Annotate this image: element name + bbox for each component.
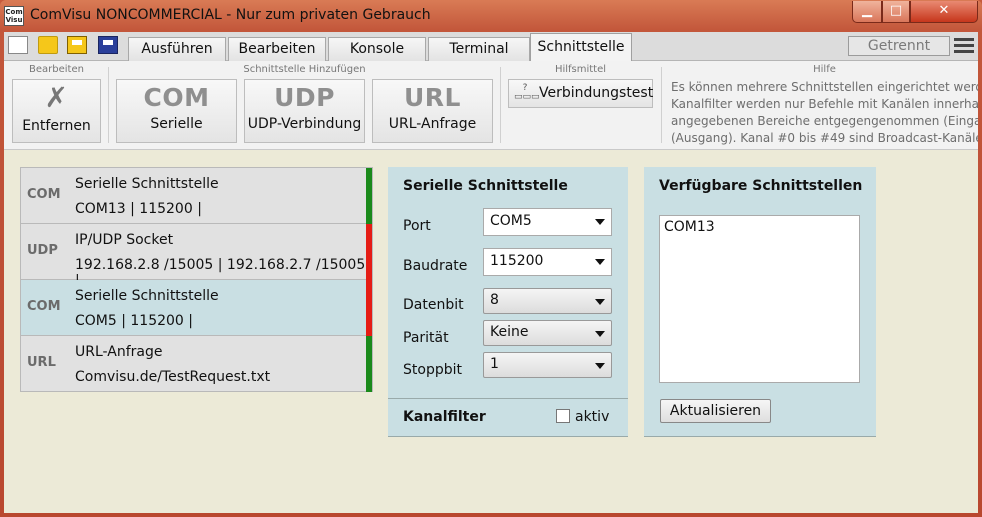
minimize-button[interactable]: ▁ [852, 1, 882, 23]
interface-status-bar [366, 336, 372, 392]
open-folder-icon[interactable] [38, 36, 58, 54]
list-item[interactable]: COM13 [664, 219, 715, 235]
window-title: ComVisu NONCOMMERCIAL - Nur zum privaten… [30, 7, 431, 23]
add-url-button-label: URL-Anfrage [388, 116, 477, 132]
aktiv-checkbox[interactable] [556, 409, 570, 423]
chevron-down-icon [595, 331, 605, 337]
interface-kind-label: COM [27, 299, 61, 314]
save-as-icon[interactable] [67, 36, 87, 54]
remove-icon: ✗ [44, 81, 69, 114]
title-bar: Com Visu ComVisu NONCOMMERCIAL - Nur zum… [0, 0, 982, 32]
tab-schnittstelle[interactable]: Schnittstelle [530, 33, 632, 62]
add-udp-button-label: UDP-Verbindung [247, 116, 362, 132]
interface-kind-label: COM [27, 187, 61, 202]
add-serial-button-label: Serielle [150, 116, 203, 132]
app-window: Com Visu ComVisu NONCOMMERCIAL - Nur zum… [0, 0, 982, 517]
stoppbit-label: Stoppbit [403, 362, 462, 378]
udp-icon: UDP [274, 83, 335, 112]
interface-title: URL-Anfrage [75, 344, 163, 360]
group-label-hilfsmittel: Hilfsmittel [554, 64, 607, 75]
add-url-button[interactable]: URL URL-Anfrage [372, 79, 493, 143]
datenbit-select[interactable]: 8 [483, 288, 612, 314]
group-label-hilfe: Hilfe [813, 64, 836, 75]
group-label-bearbeiten: Bearbeiten [29, 64, 84, 75]
stoppbit-value: 1 [490, 356, 499, 372]
ribbon-divider [108, 67, 109, 143]
url-icon: URL [404, 83, 461, 112]
interface-status-bar [366, 224, 372, 280]
paritaet-label: Parität [403, 330, 449, 346]
tab-terminal[interactable]: Terminal [428, 37, 530, 62]
remove-button[interactable]: ✗ Entfernen [12, 79, 101, 143]
interface-detail: COM13 | 115200 | [75, 201, 202, 217]
interface-status-bar [366, 280, 372, 336]
chevron-down-icon [595, 219, 605, 225]
stoppbit-select[interactable]: 1 [483, 352, 612, 378]
hamburger-menu-icon[interactable] [954, 38, 974, 54]
add-serial-button[interactable]: COM Serielle [116, 79, 237, 143]
interface-kind-label: URL [27, 355, 56, 370]
interface-kind-label: UDP [27, 243, 58, 258]
interface-list-item-selected[interactable]: COM Serielle Schnittstelle COM5 | 115200… [21, 280, 372, 336]
tab-bearbeiten[interactable]: Bearbeiten [228, 37, 326, 62]
paritaet-value: Keine [490, 324, 529, 340]
ribbon-divider [661, 67, 662, 143]
datenbit-value: 8 [490, 292, 499, 308]
kanalfilter-label: Kanalfilter [403, 409, 486, 425]
baudrate-label: Baudrate [403, 258, 468, 274]
chevron-down-icon [595, 363, 605, 369]
tab-ausfuehren[interactable]: Ausführen [128, 37, 226, 62]
remove-button-label: Entfernen [22, 118, 91, 134]
interface-title: Serielle Schnittstelle [75, 288, 219, 304]
tab-bar: Ausführen Bearbeiten Konsole Terminal Sc… [4, 32, 978, 62]
interface-list-item[interactable]: URL URL-Anfrage Comvisu.de/TestRequest.t… [21, 336, 372, 392]
serial-settings-panel: Serielle Schnittstelle Port COM5 Baudrat… [388, 167, 628, 437]
connection-status-badge: Getrennt [848, 36, 950, 56]
interface-list-item[interactable]: COM Serielle Schnittstelle COM13 | 11520… [21, 168, 372, 224]
chevron-down-icon [595, 299, 605, 305]
ribbon-divider [500, 67, 501, 143]
save-icon[interactable] [98, 36, 118, 54]
available-panel-title: Verfügbare Schnittstellen [659, 178, 863, 194]
divider [388, 398, 628, 399]
connection-test-icon: ? ▭▭▭ [514, 83, 540, 102]
group-label-hinzufuegen: Schnittstelle Hinzufügen [243, 64, 366, 75]
connection-test-button[interactable]: ? ▭▭▭ Verbindungstest [508, 79, 653, 108]
close-button[interactable]: ✕ [910, 1, 978, 23]
app-logo-icon: Com Visu [4, 6, 24, 26]
datenbit-label: Datenbit [403, 297, 464, 313]
interface-detail: COM5 | 115200 | [75, 313, 194, 329]
refresh-button[interactable]: Aktualisieren [660, 399, 771, 423]
baudrate-select[interactable]: 115200 [483, 248, 612, 276]
chevron-down-icon [595, 259, 605, 265]
paritaet-select[interactable]: Keine [483, 320, 612, 346]
serial-panel-title: Serielle Schnittstelle [403, 178, 568, 194]
interface-title: IP/UDP Socket [75, 232, 174, 248]
port-value: COM5 [490, 213, 532, 229]
baudrate-value: 115200 [490, 253, 544, 269]
new-file-icon[interactable] [8, 36, 28, 54]
port-label: Port [403, 218, 431, 234]
interface-status-bar [366, 168, 372, 224]
client-area: Ausführen Bearbeiten Konsole Terminal Sc… [4, 32, 978, 513]
available-interfaces-panel: Verfügbare Schnittstellen COM13 Aktualis… [644, 167, 876, 437]
tab-konsole[interactable]: Konsole [328, 37, 426, 62]
interface-list: COM Serielle Schnittstelle COM13 | 11520… [20, 167, 373, 392]
com-icon: COM [143, 83, 210, 112]
connection-test-label: Verbindungstest [539, 85, 654, 101]
port-select[interactable]: COM5 [483, 208, 612, 236]
maximize-button[interactable]: □ [882, 1, 910, 23]
aktiv-label: aktiv [575, 409, 610, 425]
interface-detail: Comvisu.de/TestRequest.txt [75, 369, 271, 385]
ribbon: Bearbeiten Schnittstelle Hinzufügen Hilf… [4, 61, 978, 150]
interface-title: Serielle Schnittstelle [75, 176, 219, 192]
available-interfaces-list[interactable]: COM13 [659, 215, 860, 383]
interface-list-item[interactable]: UDP IP/UDP Socket 192.168.2.8 /15005 | 1… [21, 224, 372, 289]
help-text: Es können mehrere Schnittstellen eingeri… [671, 80, 978, 145]
add-udp-button[interactable]: UDP UDP-Verbindung [244, 79, 365, 143]
